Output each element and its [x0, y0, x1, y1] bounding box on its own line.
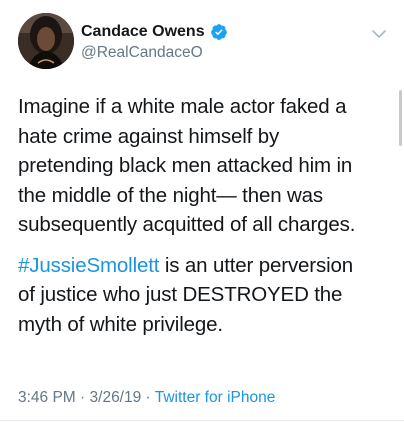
tweet-time[interactable]: 3:46 PM [18, 389, 76, 406]
verified-badge-icon [210, 23, 228, 41]
tweet-line: #JussieSmollett is an utter perversion [18, 251, 394, 281]
divider [0, 420, 404, 421]
tweet-line: pretending black men attacked him in [18, 154, 353, 177]
separator: · [75, 389, 90, 406]
tweet-line: the middle of the night— then was [18, 183, 324, 207]
tweet-line: myth of white privilege. [18, 312, 223, 336]
tweet-line: hate crime against himself by [18, 124, 280, 148]
tweet-line-rest: is an utter perversion [159, 253, 353, 277]
chevron-down-icon[interactable] [370, 25, 388, 43]
scrollbar[interactable] [399, 90, 402, 146]
tweet-source-link[interactable]: Twitter for iPhone [155, 389, 276, 406]
tweet-card: Candace Owens @RealCandaceO Imagine if a… [0, 0, 404, 423]
display-name[interactable]: Candace Owens [81, 23, 205, 41]
separator: · [141, 389, 155, 406]
tweet-line: of justice who just DESTROYED the [18, 283, 343, 306]
name-row: Candace Owens [81, 23, 228, 41]
tweet-text: Imagine if a white male actor faked a ha… [18, 92, 394, 339]
avatar[interactable] [18, 13, 74, 69]
user-handle[interactable]: @RealCandaceO [81, 44, 203, 62]
tweet-line: Imagine if a white male actor faked a [18, 95, 347, 118]
tweet-date[interactable]: 3/26/19 [90, 389, 142, 406]
tweet-line: subsequently acquitted of all charges. [18, 213, 356, 236]
hashtag-link[interactable]: #JussieSmollett [18, 254, 159, 277]
avatar-image [18, 13, 74, 69]
tweet-metadata: 3:46 PM · 3/26/19 · Twitter for iPhone [18, 389, 275, 407]
